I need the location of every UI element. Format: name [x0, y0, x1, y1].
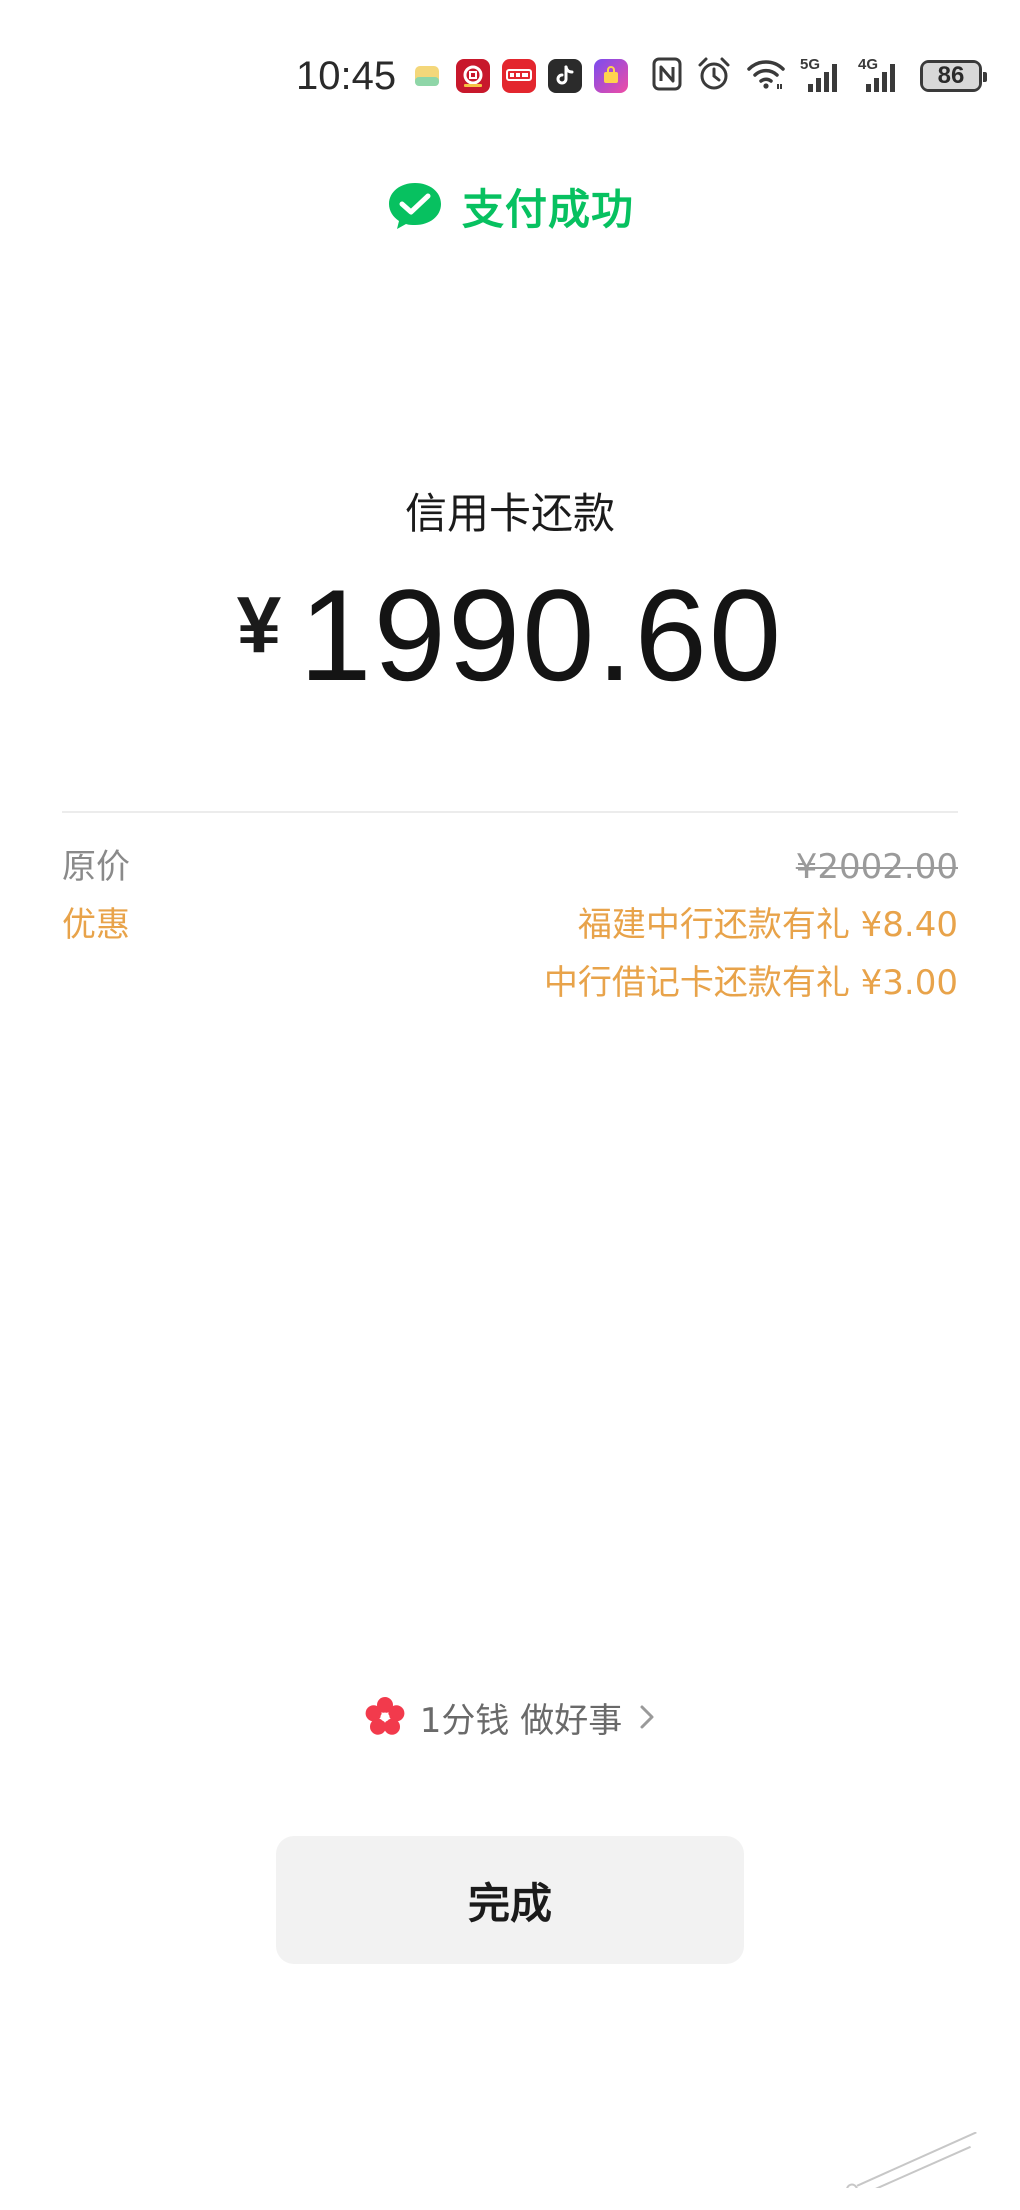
- discount-item: 中行借记卡还款有礼 ¥3.00: [543, 963, 958, 1003]
- notes-app-icon: [410, 59, 444, 93]
- currency-symbol: ¥: [236, 580, 282, 669]
- divider: [62, 811, 958, 813]
- notification-icons: [410, 58, 628, 94]
- alarm-icon: [696, 56, 732, 96]
- wifi-icon: [746, 58, 786, 94]
- flower-icon: [365, 1697, 405, 1735]
- discount-item: 福建中行还款有礼 ¥8.40: [577, 905, 958, 945]
- nfc-icon: [652, 57, 682, 95]
- chevron-right-icon: [640, 1705, 654, 1729]
- amount-value: 1990.60: [299, 562, 784, 708]
- original-price-row: 原价 ¥2002.00: [62, 842, 958, 892]
- payment-success-title: 支付成功: [461, 184, 634, 234]
- payment-amount: ¥ 1990.60: [0, 560, 1020, 710]
- wechat-pay-icon: [388, 183, 441, 229]
- bank-app-icon: [456, 59, 490, 93]
- payment-description: 信用卡还款: [404, 489, 615, 538]
- payment-status-header: 支付成功: [0, 176, 1020, 236]
- signal-4g-icon: 4G: [858, 56, 902, 94]
- signal-5g-icon: 5G: [800, 56, 844, 94]
- pay-app-icon: [502, 59, 536, 93]
- status-bar: 10:45 5G 4G 86: [0, 52, 1020, 100]
- battery-icon: 86: [920, 60, 987, 92]
- discount-row: 中行借记卡还款有礼 ¥3.00: [62, 958, 958, 1008]
- charity-link[interactable]: 1分钱 做好事: [0, 1692, 1020, 1742]
- charity-text: 1分钱 做好事: [419, 1700, 623, 1741]
- original-price-value: ¥2002.00: [795, 847, 958, 887]
- status-time: 10:45: [296, 54, 397, 98]
- done-button[interactable]: 完成: [276, 1836, 744, 1964]
- discount-label: 优惠: [62, 905, 130, 945]
- shopping-app-icon: [594, 59, 628, 93]
- battery-level: 86: [923, 62, 979, 89]
- discount-row: 优惠 福建中行还款有礼 ¥8.40: [62, 900, 958, 950]
- original-price-label: 原价: [62, 847, 130, 887]
- watermark-logo: [845, 2132, 977, 2188]
- system-icons: 5G 4G 86: [652, 56, 987, 96]
- tiktok-icon: [548, 59, 582, 93]
